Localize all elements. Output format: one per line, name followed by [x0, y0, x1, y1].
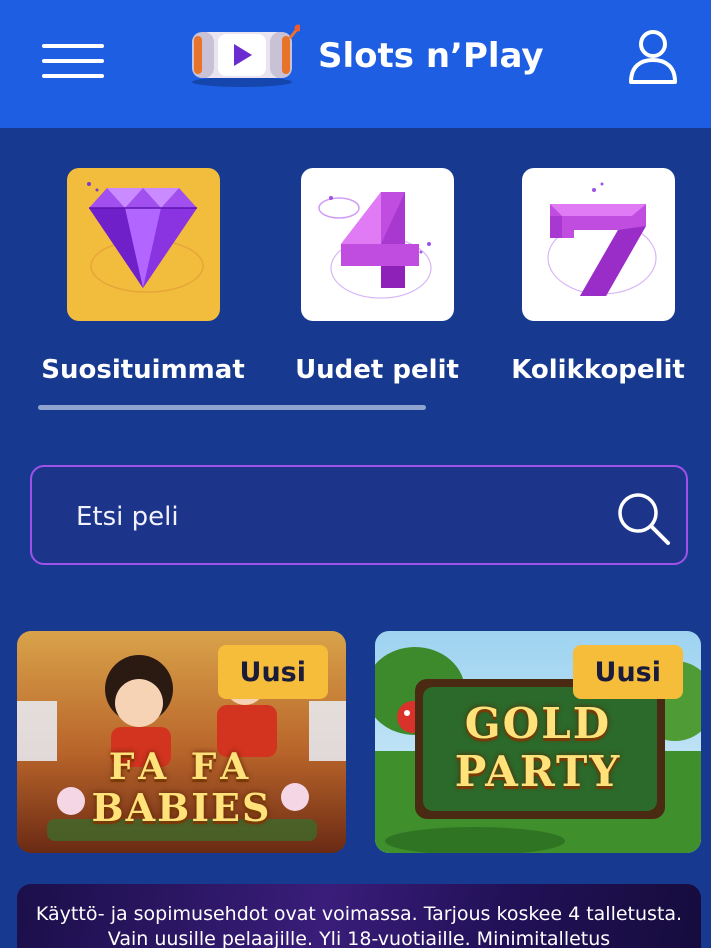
hamburger-menu-icon[interactable]: [42, 42, 106, 82]
promo-terms-text: Käyttö- ja sopimusehdot ovat voimassa. T…: [35, 903, 683, 948]
promo-banner[interactable]: Käyttö- ja sopimusehdot ovat voimassa. T…: [17, 884, 701, 948]
menu-line: [42, 74, 104, 78]
game-title: GOLD: [464, 699, 612, 748]
category-tile: [521, 168, 675, 321]
brand-logo[interactable]: Slots n’Play: [186, 24, 556, 88]
category-label: Kolikkopelit: [511, 355, 685, 385]
game-title: FA FA: [108, 746, 255, 788]
category-label: Suosituimmat: [41, 355, 245, 385]
top-header: Slots n’Play: [0, 0, 711, 128]
category-carousel: Suosituimmat Uudet pelit Kolikkopelit: [0, 168, 711, 398]
category-slot-games[interactable]: Kolikkopelit: [498, 168, 698, 398]
category-tile: [300, 168, 454, 321]
category-new-games[interactable]: Uudet pelit: [284, 168, 470, 398]
search-icon[interactable]: [614, 489, 674, 547]
user-icon[interactable]: [626, 28, 680, 86]
category-tile: [66, 168, 220, 321]
new-badge: Uusi: [572, 645, 683, 699]
category-label: Uudet pelit: [295, 355, 459, 385]
search-input[interactable]: [76, 493, 576, 541]
diamond-icon: [86, 182, 204, 293]
brand-name: Slots n’Play: [318, 36, 544, 76]
menu-line: [42, 44, 104, 48]
carousel-scrollbar[interactable]: [38, 405, 426, 410]
game-title: PARTY: [454, 747, 622, 796]
seven-icon: [546, 182, 657, 296]
game-card-fa-fa-babies[interactable]: FA FA BABIES Uusi: [17, 631, 346, 853]
new-badge: Uusi: [217, 645, 328, 699]
four-icon: [317, 192, 432, 299]
game-card-gold-party[interactable]: GOLD PARTY Uusi: [375, 631, 701, 853]
game-title: BABIES: [91, 785, 272, 830]
category-popular[interactable]: Suosituimmat: [30, 168, 256, 398]
search-box: [30, 465, 688, 565]
slot-machine-logo-icon: [192, 24, 300, 87]
menu-line: [42, 59, 104, 63]
